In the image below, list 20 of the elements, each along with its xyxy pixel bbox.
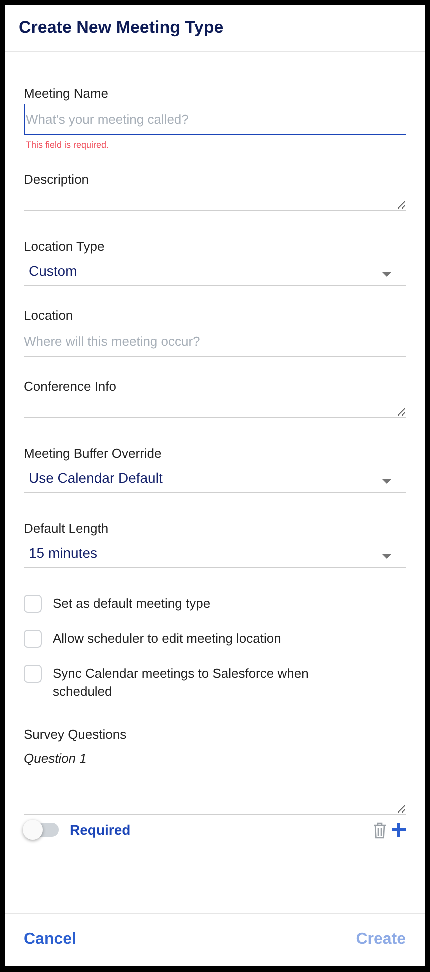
checkbox-label: Set as default meeting type: [53, 595, 212, 613]
error-message: This field is required.: [26, 140, 110, 150]
dropdown[interactable]: Use Calendar Default: [24, 464, 406, 493]
dropdown[interactable]: Custom: [24, 257, 406, 286]
cancel-button[interactable]: Cancel: [24, 931, 76, 949]
field-label: Meeting Buffer Override: [24, 446, 163, 462]
section-title: Survey Questions: [24, 727, 128, 743]
toggle-label: Required: [70, 822, 131, 838]
field-label: Conference Info: [24, 379, 118, 395]
question-label: Question 1: [24, 751, 88, 766]
checkbox-label: Sync Calendar meetings to Salesforce when scheduled: [53, 665, 310, 701]
field-label: Description: [24, 172, 90, 188]
dialog-title: Create New Meeting Type: [19, 18, 224, 38]
dropdown[interactable]: 15 minutes: [24, 539, 406, 568]
field-label: Default Length: [24, 521, 110, 537]
checkbox-label: Allow scheduler to edit meeting location: [53, 630, 282, 648]
field-label: Meeting Name: [24, 86, 110, 102]
input-field[interactable]: What's your meeting called?: [24, 104, 406, 135]
field-label: Location: [24, 308, 74, 324]
field-label: Location Type: [24, 239, 106, 255]
